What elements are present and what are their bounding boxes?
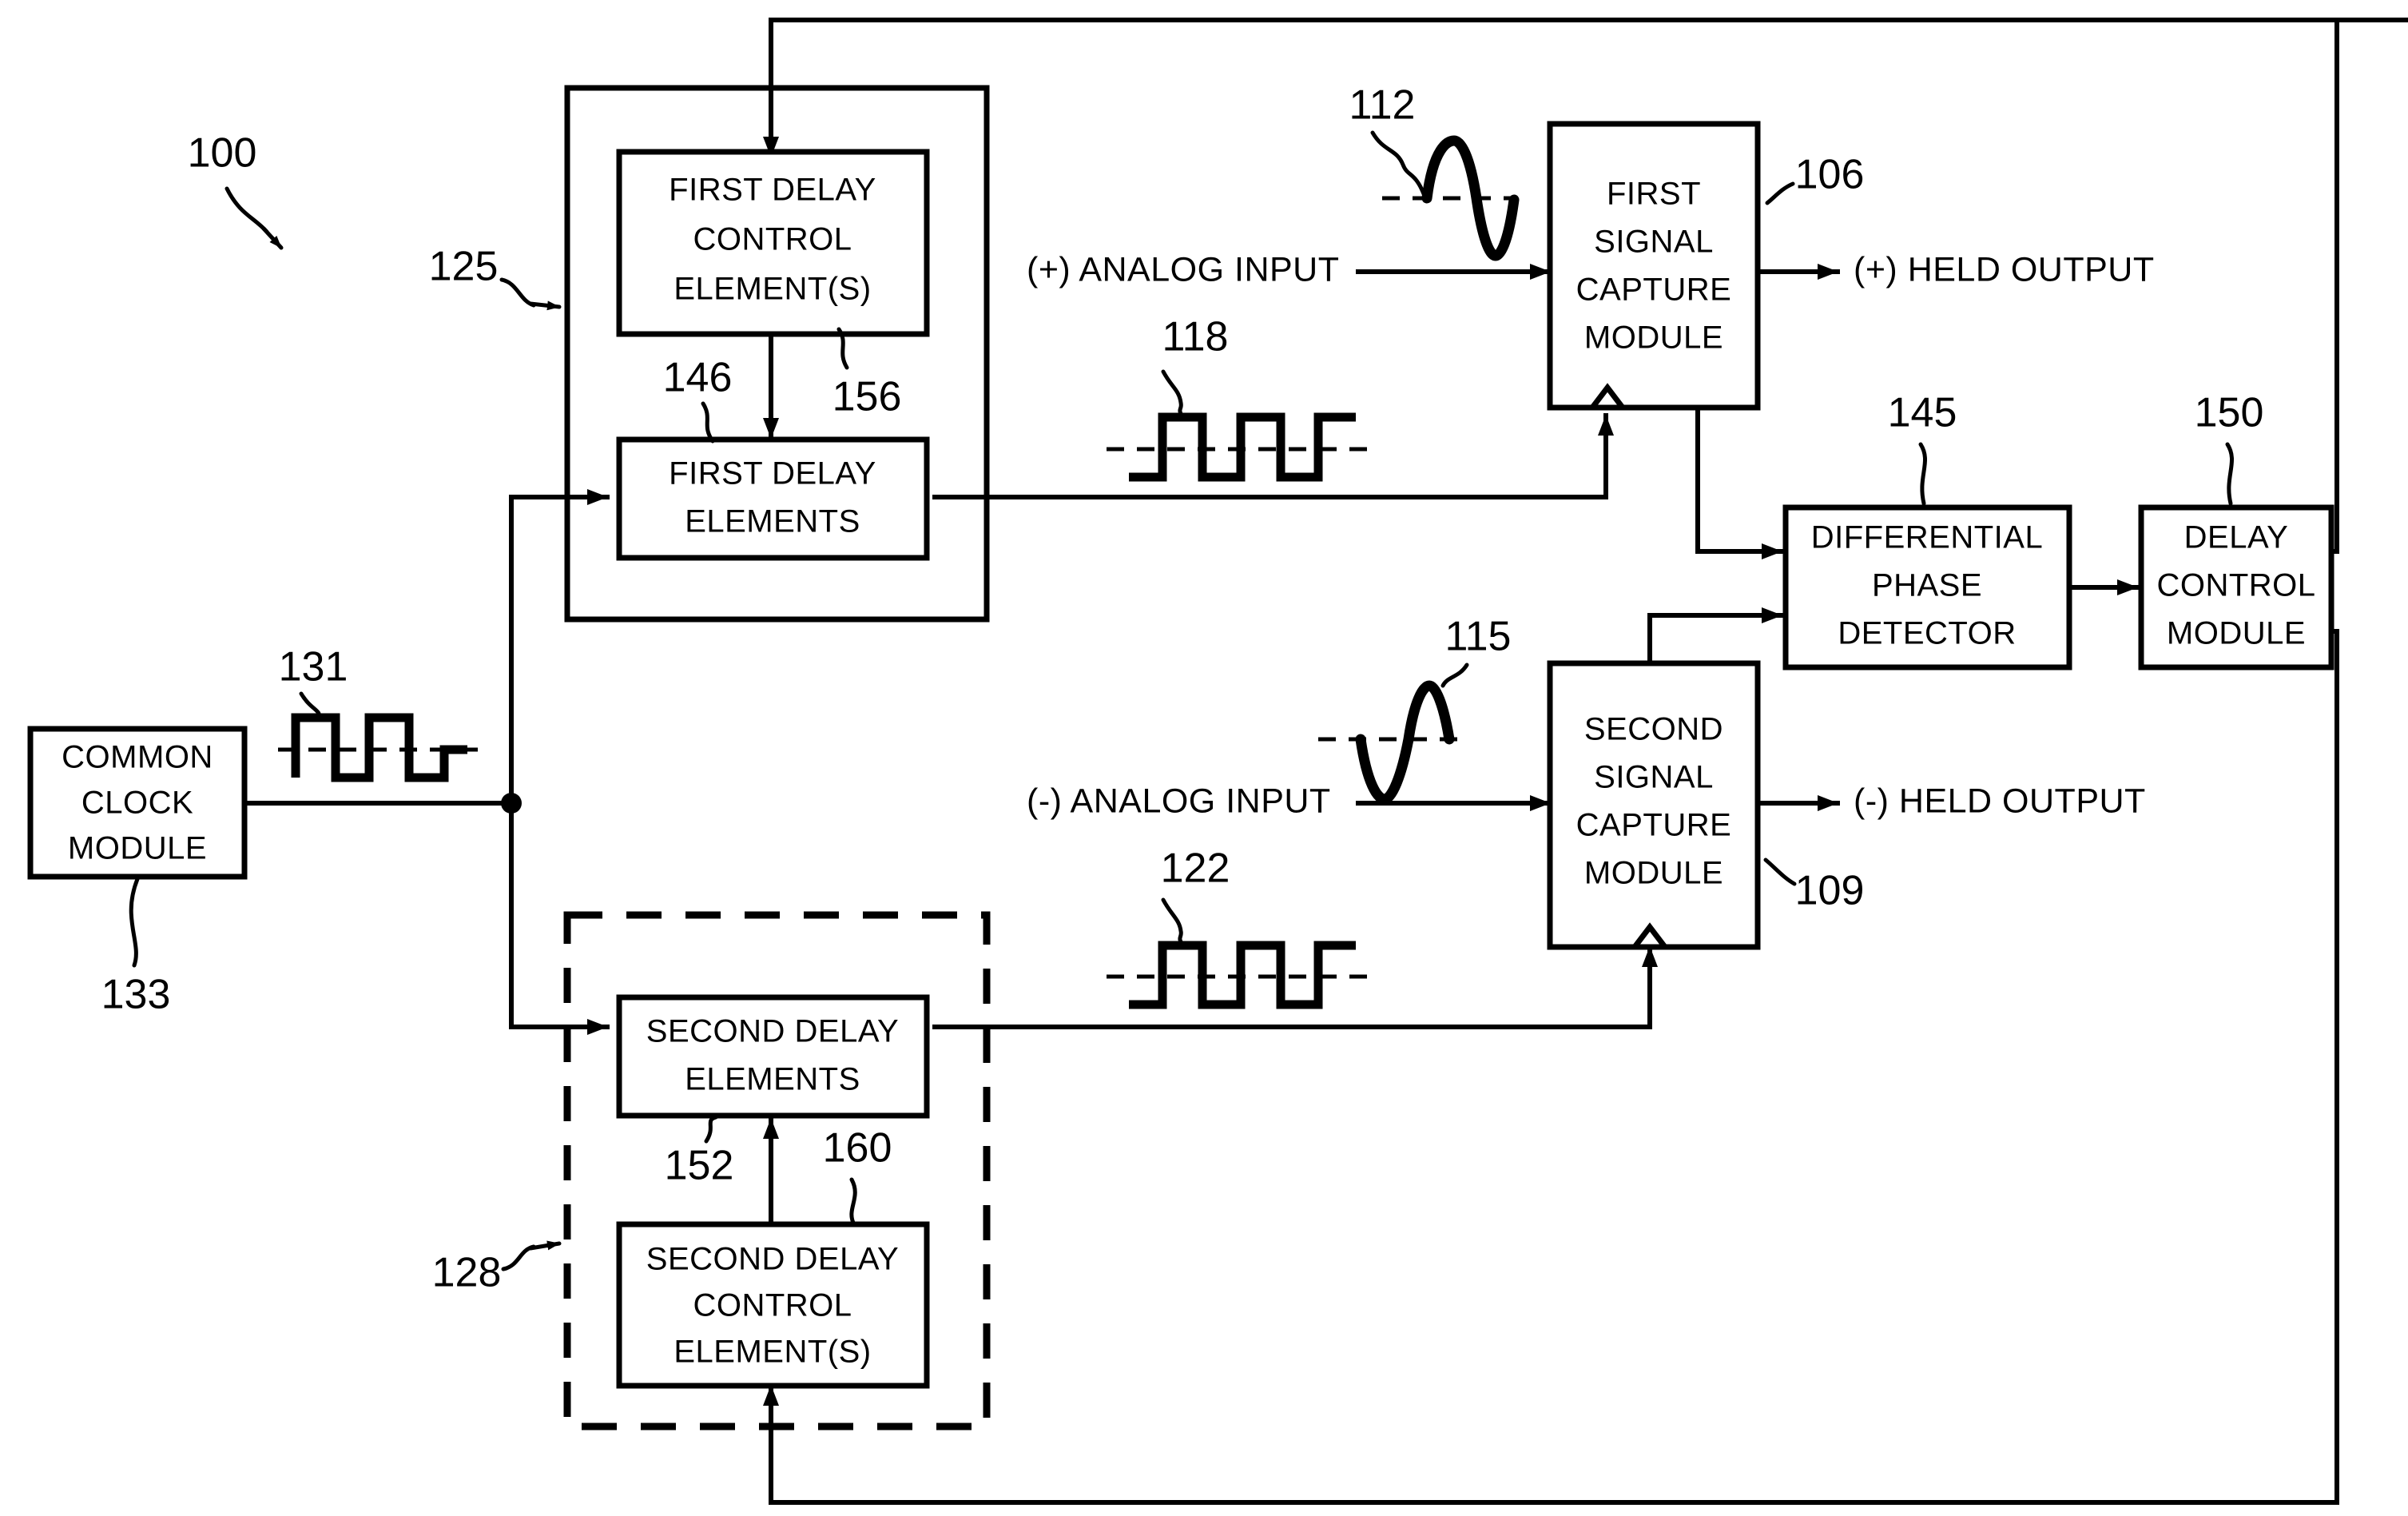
ref-label-109: 109 [1795,868,1865,914]
first-capture-line-2: SIGNAL [1594,225,1714,260]
ref-label-131: 131 [279,644,348,690]
first-delay-control-line-2: CONTROL [693,222,852,257]
ref-160: 160 [823,1125,892,1225]
ref-label-128: 128 [432,1250,502,1296]
second-capture-line-3: CAPTURE [1576,808,1732,843]
first-capture-line-4: MODULE [1584,320,1723,356]
wire-capture1-to-dpd [1695,405,1784,559]
ref-label-106: 106 [1795,152,1865,198]
label-pos-analog-input: (+) ANALOG INPUT [1027,250,1340,288]
ref-label-125: 125 [429,244,499,290]
second-delay-elements-line-1: SECOND DELAY [646,1014,899,1049]
first-delay-elements-line-2: ELEMENTS [685,504,860,539]
block-common-clock-module[interactable]: COMMON CLOCK MODULE [27,726,248,880]
first-delay-control-line-3: ELEMENT(S) [674,272,871,307]
block-first-delay-elements[interactable]: FIRST DELAY ELEMENTS [616,436,930,561]
ref-106: 106 [1765,152,1865,205]
ref-156: 156 [832,327,902,420]
first-capture-line-1: FIRST [1607,177,1701,212]
block-first-signal-capture-module[interactable]: FIRST SIGNAL CAPTURE MODULE [1547,121,1761,411]
waveform-analog-negative-icon [1318,680,1458,805]
waveform-analog-positive-icon [1382,135,1520,261]
block-second-delay-control-elements[interactable]: SECOND DELAY CONTROL ELEMENT(S) [616,1221,930,1389]
ref-112: 112 [1349,82,1428,201]
patent-figure-canvas: FIRST DELAY CONTROL ELEMENT(S) FIRST DEL… [0,0,2408,1516]
ref-label-115: 115 [1445,614,1512,660]
ref-125: 125 [429,244,562,311]
dcm-line-3: MODULE [2167,616,2306,651]
second-delay-control-line-1: SECOND DELAY [646,1242,899,1277]
ref-133: 133 [101,877,171,1018]
second-capture-line-1: SECOND [1584,712,1723,747]
label-neg-analog-input: (-) ANALOG INPUT [1027,782,1331,820]
dpd-line-3: DETECTOR [1838,616,2016,651]
dpd-line-2: PHASE [1872,568,1982,603]
first-delay-elements-line-1: FIRST DELAY [669,456,876,491]
ref-label-112: 112 [1349,82,1416,129]
wire-fde-to-capture1 [932,413,1614,499]
ref-label-156: 156 [832,374,902,420]
second-capture-line-4: MODULE [1584,856,1723,891]
ref-label-146: 146 [663,355,733,401]
dcm-line-2: CONTROL [2156,568,2315,603]
first-capture-line-3: CAPTURE [1576,273,1732,308]
block-second-delay-elements[interactable]: SECOND DELAY ELEMENTS [616,994,930,1119]
first-delay-control-line-1: FIRST DELAY [669,173,876,208]
ref-label-145: 145 [1888,390,1957,436]
ref-label-160: 160 [823,1125,892,1172]
ref-label-133: 133 [101,972,171,1018]
ref-122: 122 [1161,846,1230,949]
ref-152: 152 [665,1115,734,1189]
block-diagram: FIRST DELAY CONTROL ELEMENT(S) FIRST DEL… [27,18,2408,1505]
second-delay-control-line-3: ELEMENT(S) [674,1335,871,1370]
dcm-line-1: DELAY [2184,520,2289,555]
waveform-common-clock-icon [278,713,479,782]
second-delay-control-line-2: CONTROL [693,1288,852,1323]
wire-capture2-to-dpd [1647,607,1784,666]
wire-sde-to-capture2 [932,945,1658,1029]
ref-label-100: 100 [188,130,257,177]
label-neg-held-output: (-) HELD OUTPUT [1854,782,2146,820]
block-differential-phase-detector[interactable]: DIFFERENTIAL PHASE DETECTOR [1782,504,2072,670]
ref-label-118: 118 [1162,314,1229,360]
ref-115: 115 [1440,614,1512,688]
ref-109: 109 [1763,857,1865,914]
ccm-line-1: COMMON [62,740,213,775]
ref-label-152: 152 [665,1143,734,1189]
ccm-line-2: CLOCK [81,786,193,821]
waveform-clock-first-delayed-icon [1107,412,1374,482]
ref-145: 145 [1888,390,1957,506]
ref-118: 118 [1161,314,1229,421]
ref-label-122: 122 [1161,846,1230,892]
ref-150: 150 [2195,390,2264,506]
block-second-signal-capture-module[interactable]: SECOND SIGNAL CAPTURE MODULE [1547,660,1761,950]
second-delay-elements-line-2: ELEMENTS [685,1062,860,1097]
ref-128: 128 [432,1240,562,1296]
ref-100: 100 [188,130,284,250]
waveform-clock-second-delayed-icon [1107,941,1374,1009]
dpd-line-1: DIFFERENTIAL [1811,520,2043,555]
ccm-line-3: MODULE [68,831,207,866]
ref-131: 131 [279,644,348,722]
second-capture-line-2: SIGNAL [1594,760,1714,795]
block-delay-control-module[interactable]: DELAY CONTROL MODULE [2138,504,2334,670]
ref-146: 146 [663,355,733,444]
block-first-delay-control-elements[interactable]: FIRST DELAY CONTROL ELEMENT(S) [616,149,930,337]
ref-label-150: 150 [2195,390,2264,436]
label-pos-held-output: (+) HELD OUTPUT [1854,250,2155,288]
